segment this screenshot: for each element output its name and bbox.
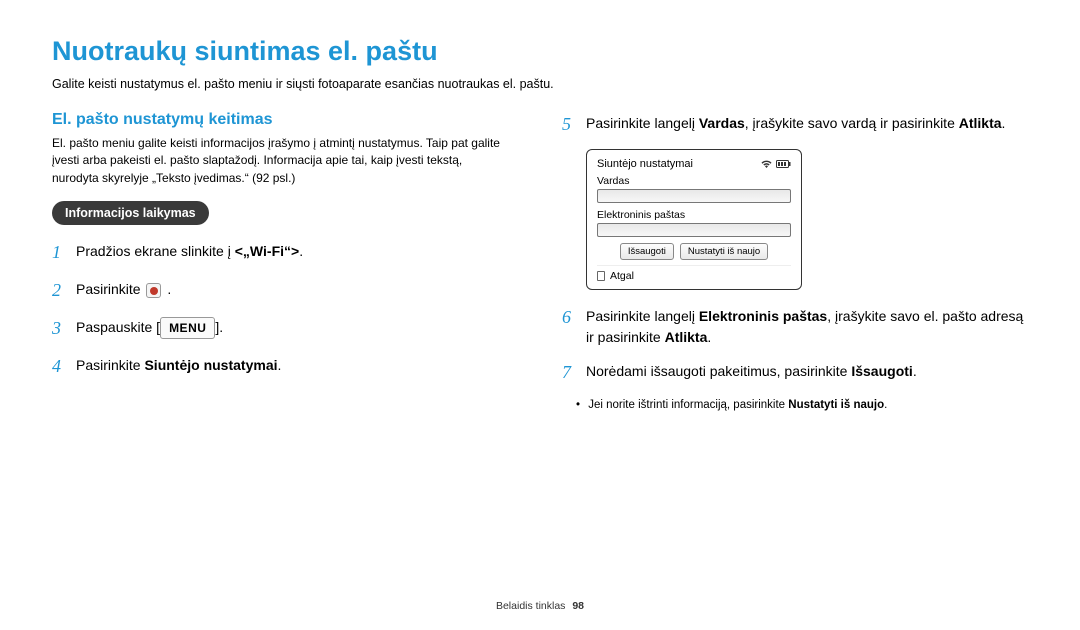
step-number: 3 xyxy=(52,315,66,342)
save-button[interactable]: Išsaugoti xyxy=(620,243,674,260)
info-badge: Informacijos laikymas xyxy=(52,201,209,225)
save-label: Išsaugoti xyxy=(851,363,912,379)
step-text: Paspauskite [MENU]. xyxy=(76,315,223,339)
text: ]. xyxy=(215,319,223,335)
right-column: 5 Pasirinkite langelį Vardas, įrašykite … xyxy=(562,111,1030,413)
step-text: Pasirinkite langelį Vardas, įrašykite sa… xyxy=(586,111,1005,134)
battery-icon xyxy=(776,160,791,168)
section-body: El. pašto meniu galite keisti informacij… xyxy=(52,135,512,187)
step-7: 7 Norėdami išsaugoti pakeitimus, pasirin… xyxy=(562,359,1030,386)
page-footer: Belaidis tinklas 98 xyxy=(0,600,1080,612)
reset-label: Nustatyti iš naujo xyxy=(788,399,884,411)
step-text: Pasirinkite Siuntėjo nustatymai. xyxy=(76,353,281,376)
text: Norėdami išsaugoti pakeitimus, pasirinki… xyxy=(586,363,851,379)
reset-button[interactable]: Nustatyti iš naujo xyxy=(680,243,768,260)
text: . xyxy=(884,399,887,411)
text: Pasirinkite xyxy=(76,357,144,373)
step-4: 4 Pasirinkite Siuntėjo nustatymai. xyxy=(52,353,512,380)
done-label: Atlikta xyxy=(665,329,708,345)
field-label-name: Vardas xyxy=(597,175,791,187)
step-number: 6 xyxy=(562,304,576,331)
step-text: Pasirinkite langelį Elektroninis paštas,… xyxy=(586,304,1030,348)
step-5: 5 Pasirinkite langelį Vardas, įrašykite … xyxy=(562,111,1030,138)
done-label: Atlikta xyxy=(959,115,1002,131)
step-text: Pasirinkite . xyxy=(76,277,171,300)
text: Pasirinkite langelį xyxy=(586,115,699,131)
text: . xyxy=(913,363,917,379)
text: Pradžios ekrane slinkite į xyxy=(76,243,235,259)
sub-bullet: Jei norite ištrinti informaciją, pasirin… xyxy=(586,397,1030,413)
page-subtitle: Galite keisti nustatymus el. pašto meniu… xyxy=(52,77,1030,91)
step-number: 5 xyxy=(562,111,576,138)
page-number: 98 xyxy=(572,600,584,612)
trash-icon xyxy=(597,271,605,281)
section-heading: El. pašto nustatymų keitimas xyxy=(52,111,512,129)
email-input[interactable] xyxy=(597,223,791,237)
text: Jei norite ištrinti informaciją, pasirin… xyxy=(588,399,788,411)
text: . xyxy=(1002,115,1006,131)
text: Pasirinkite langelį xyxy=(586,308,699,324)
text: . xyxy=(163,281,171,297)
step-2: 2 Pasirinkite . xyxy=(52,277,512,304)
text: Pasirinkite xyxy=(76,281,144,297)
text: . xyxy=(278,357,282,373)
step-number: 4 xyxy=(52,353,66,380)
wifi-label: <„Wi-Fi“> xyxy=(235,243,299,259)
text: . xyxy=(299,243,303,259)
device-buttons: Išsaugoti Nustatyti iš naujo xyxy=(597,243,791,260)
step-text: Norėdami išsaugoti pakeitimus, pasirinki… xyxy=(586,359,917,382)
step-6: 6 Pasirinkite langelį Elektroninis pašta… xyxy=(562,304,1030,348)
text: Paspauskite [ xyxy=(76,319,160,335)
content-columns: El. pašto nustatymų keitimas El. pašto m… xyxy=(52,111,1030,413)
step-number: 7 xyxy=(562,359,576,386)
menu-button-graphic: MENU xyxy=(160,317,215,339)
page-title: Nuotraukų siuntimas el. paštu xyxy=(52,36,1030,67)
step-number: 2 xyxy=(52,277,66,304)
email-field-label: Elektroninis paštas xyxy=(699,308,827,324)
device-footer: Atgal xyxy=(597,265,791,282)
text: . xyxy=(707,329,711,345)
email-app-icon xyxy=(146,283,161,298)
step-number: 1 xyxy=(52,239,66,266)
step-1: 1 Pradžios ekrane slinkite į <„Wi-Fi“>. xyxy=(52,239,512,266)
back-label[interactable]: Atgal xyxy=(610,270,634,282)
device-header: Siuntėjo nustatymai xyxy=(597,158,791,170)
field-label-email: Elektroninis paštas xyxy=(597,209,791,221)
footer-section: Belaidis tinklas xyxy=(496,600,565,612)
step-3: 3 Paspauskite [MENU]. xyxy=(52,315,512,342)
status-icons xyxy=(761,160,791,169)
text: , įrašykite savo vardą ir pasirinkite xyxy=(745,115,959,131)
device-title: Siuntėjo nustatymai xyxy=(597,158,693,170)
left-column: El. pašto nustatymų keitimas El. pašto m… xyxy=(52,111,512,413)
step-text: Pradžios ekrane slinkite į <„Wi-Fi“>. xyxy=(76,239,303,262)
sender-settings-label: Siuntėjo nustatymai xyxy=(144,357,277,373)
name-input[interactable] xyxy=(597,189,791,203)
device-screenshot: Siuntėjo nustatymai Vardas Elektroninis … xyxy=(586,149,802,290)
wifi-icon xyxy=(761,160,772,169)
name-label: Vardas xyxy=(699,115,745,131)
